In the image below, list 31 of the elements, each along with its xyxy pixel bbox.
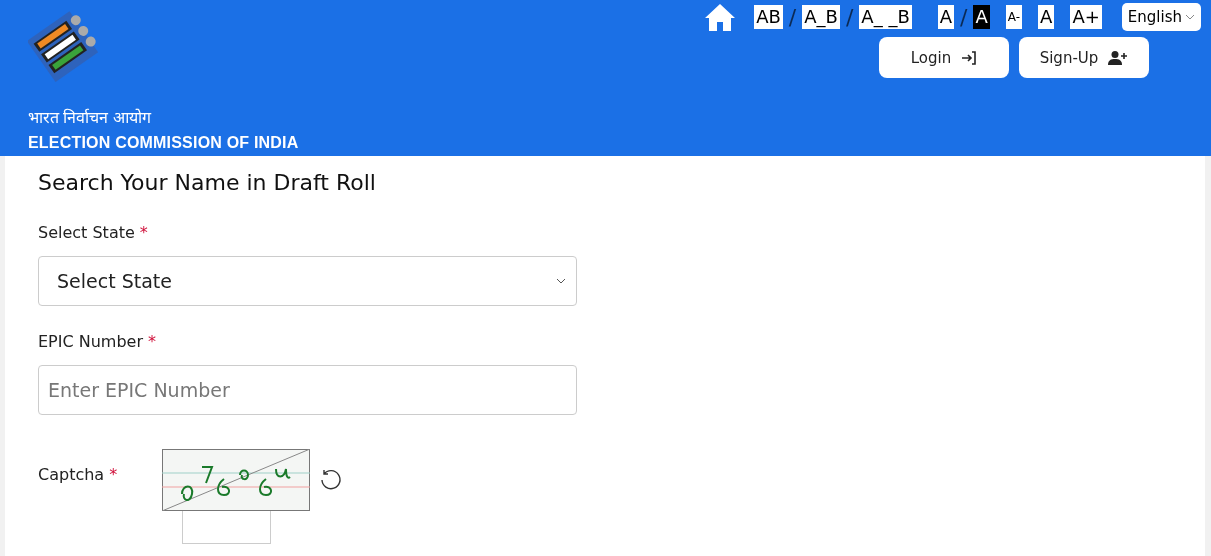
add-user-icon: [1108, 49, 1129, 66]
login-button[interactable]: Login: [879, 37, 1009, 78]
contrast-button[interactable]: A: [937, 5, 955, 29]
captcha-field[interactable]: [182, 511, 272, 544]
sign-up-button[interactable]: Sign-Up: [1019, 37, 1149, 78]
login-icon: [961, 49, 978, 66]
organization-name: ELECTION COMMISSION OF INDIA: [28, 134, 299, 152]
state-select[interactable]: Select State: [38, 256, 577, 306]
chevron-icon: [556, 278, 566, 284]
field-label: Select State: [38, 223, 135, 242]
separator-slash: /: [788, 4, 797, 30]
font-size-button[interactable]: A-: [1005, 5, 1023, 29]
form-title: Search Your Name in Draft Roll: [38, 170, 377, 195]
contrast-button[interactable]: A: [973, 5, 990, 29]
separator-slash: /: [845, 4, 854, 30]
letter-spacing-button[interactable]: A_B: [802, 5, 840, 29]
required-mark: *: [109, 465, 118, 486]
field-label: EPIC Number: [38, 332, 143, 351]
chevron-icon: [1185, 14, 1195, 20]
font-size-button[interactable]: A: [1038, 5, 1055, 29]
language-select[interactable]: English: [1121, 3, 1201, 31]
home-icon[interactable]: [704, 2, 737, 32]
epic-number-field[interactable]: Enter EPIC Number: [38, 365, 577, 415]
letter-spacing-button[interactable]: AB: [754, 5, 783, 29]
letter-spacing-button[interactable]: A_ _B: [859, 5, 912, 29]
required-mark: *: [139, 223, 148, 242]
font-size-button[interactable]: A+: [1070, 5, 1102, 29]
separator-slash: /: [960, 4, 968, 30]
field-label: Captcha: [38, 465, 105, 486]
required-mark: *: [148, 332, 156, 351]
organization-name-hindi: भारत निर्वाचन आयोग: [28, 107, 153, 128]
